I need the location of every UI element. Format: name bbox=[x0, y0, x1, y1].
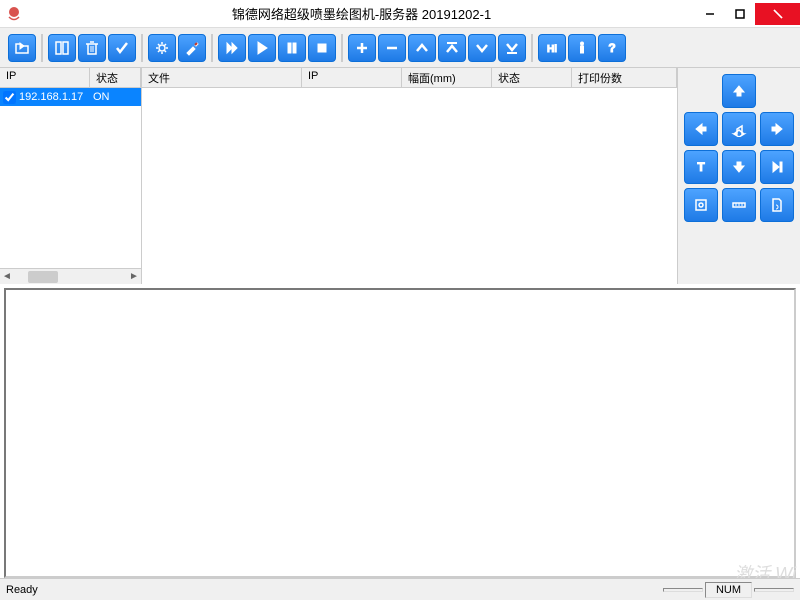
separator bbox=[141, 34, 143, 62]
down-arrow-button[interactable] bbox=[468, 34, 496, 62]
title-bar: 锦德网络超级喷墨绘图机-服务器 20191202-1 bbox=[0, 0, 800, 28]
col-ip: IP bbox=[302, 68, 402, 87]
nav-left-button[interactable] bbox=[684, 112, 718, 146]
tools-button[interactable] bbox=[178, 34, 206, 62]
ip-status: ON bbox=[93, 91, 110, 103]
ip-row[interactable]: 192.168.1.17 ON bbox=[0, 88, 141, 106]
status-empty2 bbox=[754, 588, 794, 592]
layout-button[interactable] bbox=[48, 34, 76, 62]
down-bottom-button[interactable] bbox=[498, 34, 526, 62]
hi-button[interactable]: Hi bbox=[538, 34, 566, 62]
ip-header: IP bbox=[0, 68, 90, 87]
nav-home-button[interactable] bbox=[722, 112, 756, 146]
maximize-button[interactable] bbox=[725, 3, 755, 25]
status-ready: Ready bbox=[6, 584, 38, 596]
check-button[interactable] bbox=[108, 34, 136, 62]
close-button[interactable] bbox=[755, 3, 800, 25]
nav-target-button[interactable] bbox=[684, 188, 718, 222]
status-num: NUM bbox=[705, 582, 752, 598]
info-button[interactable] bbox=[568, 34, 596, 62]
col-width: 幅面(mm) bbox=[402, 68, 492, 87]
play-button[interactable] bbox=[248, 34, 276, 62]
stop-button[interactable] bbox=[308, 34, 336, 62]
ip-list-panel: IP 状态 192.168.1.17 ON ◄► bbox=[0, 68, 142, 284]
nav-panel: T bbox=[678, 68, 800, 284]
horizontal-scrollbar[interactable]: ◄► bbox=[0, 268, 141, 284]
app-logo-icon bbox=[4, 4, 24, 24]
status-header: 状态 bbox=[90, 68, 141, 87]
nav-right-button[interactable] bbox=[760, 112, 794, 146]
separator bbox=[531, 34, 533, 62]
delete-button[interactable] bbox=[78, 34, 106, 62]
nav-skip-button[interactable] bbox=[760, 150, 794, 184]
main-toolbar: Hi ? bbox=[0, 28, 800, 68]
up-top-button[interactable] bbox=[438, 34, 466, 62]
ip-row-checkbox[interactable] bbox=[3, 91, 16, 104]
fast-forward-button[interactable] bbox=[218, 34, 246, 62]
job-list-panel: 文件 IP 幅面(mm) 状态 打印份数 bbox=[142, 68, 678, 284]
up-arrow-button[interactable] bbox=[408, 34, 436, 62]
plus-button[interactable] bbox=[348, 34, 376, 62]
separator bbox=[341, 34, 343, 62]
separator bbox=[211, 34, 213, 62]
help-button[interactable]: ? bbox=[598, 34, 626, 62]
open-file-button[interactable] bbox=[8, 34, 36, 62]
status-bar: Ready NUM bbox=[0, 578, 800, 600]
nav-text-button[interactable]: T bbox=[684, 150, 718, 184]
nav-down-button[interactable] bbox=[722, 150, 756, 184]
separator bbox=[41, 34, 43, 62]
status-empty1 bbox=[663, 588, 703, 592]
col-copies: 打印份数 bbox=[572, 68, 677, 87]
nav-ruler-button[interactable] bbox=[722, 188, 756, 222]
svg-text:T: T bbox=[697, 160, 705, 174]
svg-text:?: ? bbox=[608, 41, 615, 55]
minus-button[interactable] bbox=[378, 34, 406, 62]
nav-up-button[interactable] bbox=[722, 74, 756, 108]
pause-button[interactable] bbox=[278, 34, 306, 62]
col-status: 状态 bbox=[492, 68, 572, 87]
minimize-button[interactable] bbox=[695, 3, 725, 25]
log-panel bbox=[4, 288, 796, 578]
ip-value: 192.168.1.17 bbox=[19, 91, 93, 103]
svg-text:Hi: Hi bbox=[547, 44, 557, 55]
nav-document-button[interactable] bbox=[760, 188, 794, 222]
col-file: 文件 bbox=[142, 68, 302, 87]
window-title: 锦德网络超级喷墨绘图机-服务器 20191202-1 bbox=[28, 4, 695, 23]
settings-button[interactable] bbox=[148, 34, 176, 62]
